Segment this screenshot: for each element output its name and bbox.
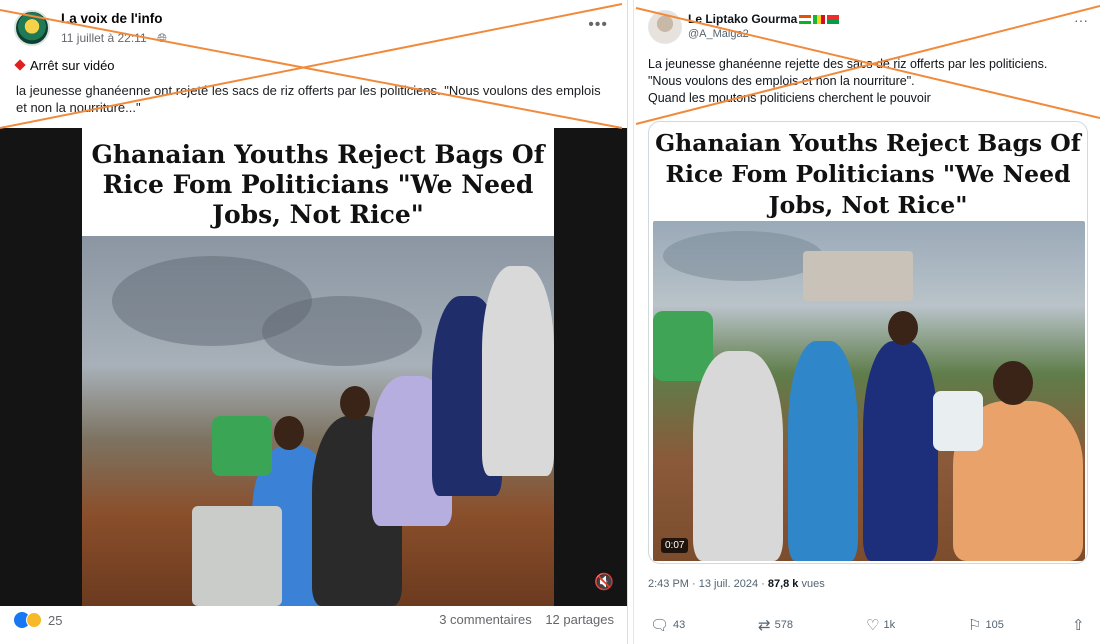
video-title-overlay: Ghanaian Youths Reject Bags Of Rice Fom … (655, 129, 1081, 219)
tweet-actions: 🗨︎ 43 ⇄ 578 ♡ 1k ⚐ 105 ⇧ (648, 616, 1088, 636)
user-avatar[interactable] (648, 10, 682, 44)
tweet-video[interactable]: Ghanaian Youths Reject Bags Of Rice Fom … (648, 121, 1088, 564)
shares-count[interactable]: 12 partages (545, 612, 614, 627)
more-options-button[interactable]: ··· (1074, 12, 1088, 28)
tweet-text: La jeunesse ghanéenne rejette des sacs d… (648, 56, 1092, 107)
vehicle (192, 506, 282, 606)
burkina-faso-flag-icon (827, 15, 840, 24)
post-caption: la jeunesse ghanéenne ont rejeté les sac… (16, 83, 601, 115)
video-duration: 0:07 (661, 538, 689, 553)
stop-on-video-label: Arrêt sur vidéo (14, 58, 115, 73)
tweet-text-line: Quand les moutons politiciens cherchent … (648, 91, 931, 105)
video-frame: Ghanaian Youths Reject Bags Of Rice Fom … (82, 128, 554, 606)
user-handle[interactable]: @A_Maiga2 (688, 28, 749, 40)
page-avatar[interactable] (14, 10, 50, 46)
video-scene (82, 236, 554, 606)
video-scene: 0:07 (653, 221, 1085, 561)
post-date-text[interactable]: 11 juillet à 22:11 · (61, 31, 154, 45)
tweet-text-line: La jeunesse ghanéenne rejette des sacs d… (648, 57, 1048, 71)
person-head (274, 416, 304, 450)
engagement-stats: 3 commentaires 12 partages (439, 612, 614, 627)
green-rice-bag (653, 311, 713, 381)
post-date[interactable]: 11 juillet à 22:11 · 🌐︎ (61, 31, 167, 46)
person-jersey (863, 341, 938, 561)
like-button[interactable]: ♡ 1k (866, 616, 895, 634)
bookmark-button[interactable]: ⚐ 105 (968, 616, 1004, 634)
more-options-button[interactable]: ••• (588, 16, 608, 34)
repost-icon: ⇄ (758, 617, 771, 634)
red-diamond-icon (14, 59, 26, 71)
page-name[interactable]: La voix de l'info (61, 11, 162, 26)
share-icon: ⇧ (1072, 617, 1085, 634)
white-rice-bag (933, 391, 983, 451)
person-white-shirt (482, 266, 554, 476)
video-player[interactable]: Ghanaian Youths Reject Bags Of Rice Fom … (0, 128, 627, 606)
repost-button[interactable]: ⇄ 578 (758, 616, 793, 634)
person-white-shirt (693, 351, 783, 561)
bookmark-count: 105 (985, 619, 1004, 631)
globe-icon: 🌐︎ (157, 31, 167, 45)
like-count: 1k (883, 619, 896, 631)
reply-button[interactable]: 🗨︎ 43 (650, 616, 685, 634)
repost-count: 578 (774, 619, 793, 631)
building (803, 251, 913, 301)
post-header: La voix de l'info 11 juillet à 22:11 · 🌐… (14, 10, 614, 50)
person-blue-shirt (788, 341, 858, 561)
person-head (993, 361, 1033, 405)
niger-flag-icon (799, 15, 812, 24)
share-button[interactable]: ⇧ (1072, 616, 1089, 634)
display-name-text[interactable]: Le Liptako Gourma (688, 12, 797, 26)
reply-count: 43 (673, 619, 686, 631)
person-head (888, 311, 918, 345)
comments-count[interactable]: 3 commentaires (439, 612, 531, 627)
x-post: Le Liptako Gourma @A_Maiga2 ··· La jeune… (633, 0, 1100, 644)
mali-flag-icon (813, 15, 826, 24)
views-label: vues (798, 578, 825, 590)
cloud-shape (663, 231, 823, 281)
display-name[interactable]: Le Liptako Gourma (688, 12, 840, 26)
views-count: 87,8 k (767, 578, 799, 590)
facebook-post: La voix de l'info 11 juillet à 22:11 · 🌐… (0, 0, 628, 644)
tweet-header: Le Liptako Gourma @A_Maiga2 ··· (648, 10, 1092, 46)
heart-icon: ♡ (866, 617, 880, 634)
tweet-timestamp[interactable]: 2:43 PM · 13 juil. 2024 · (648, 578, 768, 590)
haha-reaction-icon[interactable] (26, 612, 42, 628)
reactions-count[interactable]: 25 (48, 613, 62, 628)
reply-icon: 🗨︎ (650, 617, 670, 634)
tweet-meta: 2:43 PM · 13 juil. 2024 · 87,8 k vues (648, 578, 825, 590)
post-footer: 25 3 commentaires 12 partages (14, 612, 614, 638)
mute-icon[interactable]: 🔇 (594, 572, 614, 592)
person-head (340, 386, 370, 420)
tweet-text-line: "Nous voulons des emplois et non la nour… (648, 74, 915, 88)
stop-label-text: Arrêt sur vidéo (30, 58, 115, 73)
video-title-overlay: Ghanaian Youths Reject Bags Of Rice Fom … (91, 140, 545, 229)
bookmark-icon: ⚐ (968, 617, 982, 634)
cloud-shape (262, 296, 422, 366)
green-rice-bag (212, 416, 272, 476)
